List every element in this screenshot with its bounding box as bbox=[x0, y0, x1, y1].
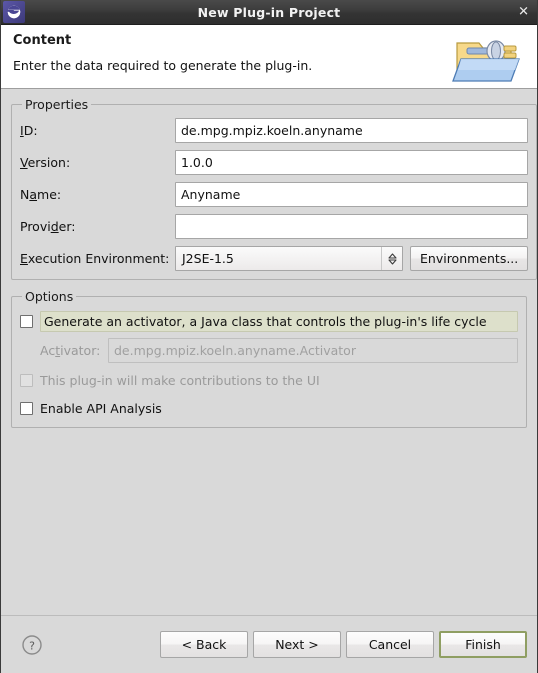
window-title: New Plug-in Project bbox=[197, 4, 341, 20]
id-input[interactable] bbox=[175, 118, 529, 143]
generate-activator-row: Generate an activator, a Java class that… bbox=[20, 310, 518, 332]
dialog-window: New Plug-in Project ✕ Content Enter the … bbox=[0, 0, 538, 673]
options-legend: Options bbox=[25, 289, 74, 304]
activator-label: Activator: bbox=[40, 343, 101, 358]
footer-button-group: < Back Next > Cancel Finish bbox=[160, 631, 527, 658]
title-bar: New Plug-in Project ✕ bbox=[1, 0, 537, 25]
field-row-id: ID: bbox=[20, 118, 529, 143]
field-row-execution-environment: Execution Environment: J2SE-1.5 Environm… bbox=[20, 246, 529, 271]
name-input[interactable] bbox=[175, 182, 529, 207]
execution-environment-combo[interactable]: J2SE-1.5 bbox=[175, 246, 403, 271]
ui-contributions-checkbox bbox=[20, 373, 33, 387]
dialog-footer: ? < Back Next > Cancel Finish bbox=[1, 615, 537, 673]
provider-input[interactable] bbox=[175, 214, 529, 239]
execution-environment-value: J2SE-1.5 bbox=[182, 251, 234, 266]
api-analysis-row: Enable API Analysis bbox=[20, 397, 518, 419]
help-icon[interactable]: ? bbox=[21, 634, 43, 656]
activator-input bbox=[108, 338, 518, 363]
finish-button[interactable]: Finish bbox=[439, 631, 527, 658]
properties-group: Properties ID: Version: Name: Provider: … bbox=[11, 97, 537, 280]
svg-text:?: ? bbox=[29, 639, 35, 652]
execution-environment-label: Execution Environment: bbox=[20, 251, 170, 266]
field-row-provider: Provider: bbox=[20, 214, 529, 239]
ui-contributions-label: This plug-in will make contributions to … bbox=[40, 372, 320, 388]
close-icon[interactable]: ✕ bbox=[518, 6, 529, 19]
execution-environment-controls: J2SE-1.5 Environments... bbox=[175, 246, 529, 271]
options-group: Options Generate an activator, a Java cl… bbox=[11, 289, 527, 428]
wizard-header: Content Enter the data required to gener… bbox=[1, 25, 537, 89]
field-row-version: Version: bbox=[20, 150, 529, 175]
id-label: ID: bbox=[20, 123, 38, 138]
generate-activator-checkbox[interactable] bbox=[20, 314, 33, 328]
version-input[interactable] bbox=[175, 150, 529, 175]
chevron-updown-icon bbox=[381, 247, 402, 270]
api-analysis-label: Enable API Analysis bbox=[40, 400, 162, 416]
ui-contributions-row: This plug-in will make contributions to … bbox=[20, 369, 518, 391]
activator-row: Activator: bbox=[20, 338, 518, 363]
version-label: Version: bbox=[20, 155, 71, 170]
eclipse-icon bbox=[3, 1, 25, 23]
api-analysis-checkbox[interactable] bbox=[20, 401, 33, 415]
field-row-name: Name: bbox=[20, 182, 529, 207]
properties-legend: Properties bbox=[25, 97, 89, 112]
environments-button[interactable]: Environments... bbox=[410, 246, 529, 271]
wizard-content: Properties ID: Version: Name: Provider: … bbox=[1, 89, 537, 615]
cancel-button[interactable]: Cancel bbox=[346, 631, 434, 658]
plugin-folder-icon bbox=[449, 29, 527, 87]
next-button[interactable]: Next > bbox=[253, 631, 341, 658]
provider-label: Provider: bbox=[20, 219, 76, 234]
name-label: Name: bbox=[20, 187, 62, 202]
generate-activator-label: Generate an activator, a Java class that… bbox=[40, 310, 518, 332]
back-button[interactable]: < Back bbox=[160, 631, 248, 658]
